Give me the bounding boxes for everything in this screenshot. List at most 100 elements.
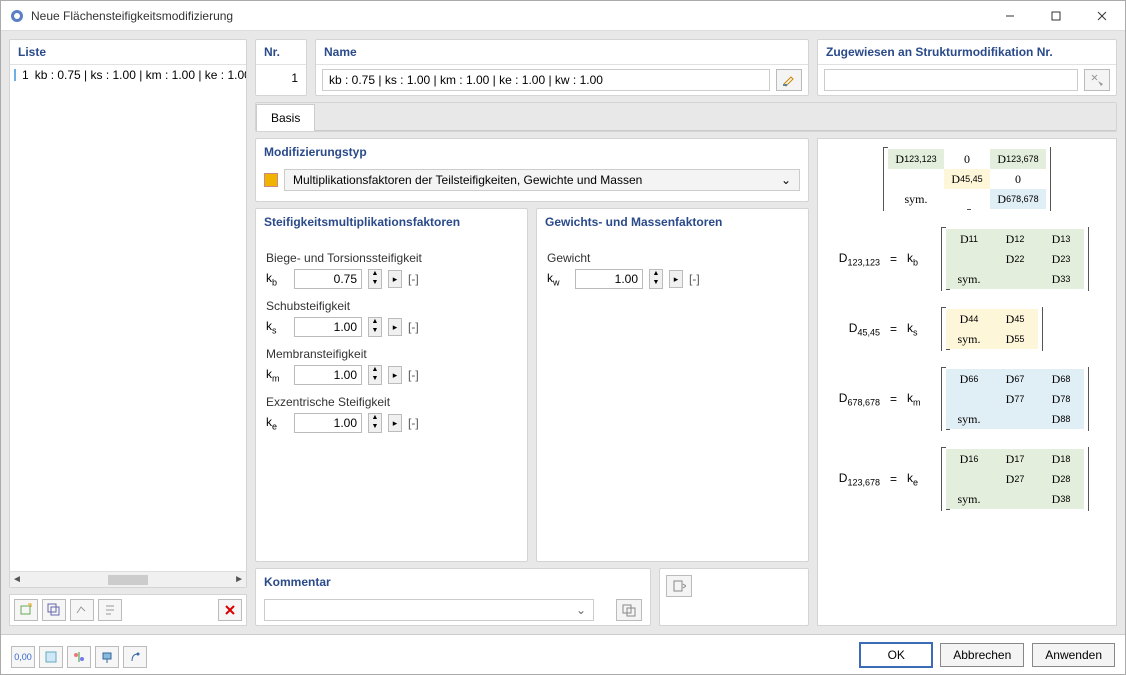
ke-spinner[interactable]: ▲▼ [368, 413, 382, 433]
modtype-color-icon [264, 173, 278, 187]
close-button[interactable] [1079, 1, 1125, 31]
kommentar-header: Kommentar [256, 569, 650, 595]
ke-input[interactable] [294, 413, 362, 433]
ke-symbol: ke [266, 415, 288, 431]
bottom-toolbar: 0,00 [11, 642, 147, 668]
kb-input[interactable] [294, 269, 362, 289]
ke-unit: [-] [408, 416, 419, 430]
stiffness-panel: Steifigkeitsmultiplikationsfaktoren Bieg… [255, 208, 528, 562]
list-body[interactable]: 1 kb : 0.75 | ks : 1.00 | km : 1.00 | ke… [10, 65, 246, 571]
maximize-button[interactable] [1033, 1, 1079, 31]
minimize-button[interactable] [987, 1, 1033, 31]
kommentar-panel: Kommentar ⌄ [255, 568, 651, 626]
list-toolbar [9, 594, 247, 626]
kb-spinner[interactable]: ▲▼ [368, 269, 382, 289]
list-hscroll[interactable]: ◄ ► [10, 571, 246, 587]
kb-symbol: kb [266, 271, 288, 287]
km-row: km ▲▼ ▸ [-] [266, 365, 517, 385]
km-unit: [-] [408, 368, 419, 382]
tabs-panel: Basis [255, 102, 1117, 132]
kommentar-side-panel [659, 568, 809, 626]
eq-kb: D123,123=kbD11D12D13D22D23sym.D33 [826, 227, 1108, 291]
kb-menu-button[interactable]: ▸ [388, 270, 402, 288]
nr-value: 1 [256, 65, 306, 91]
name-panel: Name [315, 39, 809, 96]
copy-item-button[interactable] [42, 599, 66, 621]
list-item-index: 1 [22, 68, 29, 82]
toolbar-btn-4[interactable] [98, 599, 122, 621]
ks-input[interactable] [294, 317, 362, 337]
km-label: Membransteifigkeit [266, 347, 517, 361]
ks-spinner[interactable]: ▲▼ [368, 317, 382, 337]
body-flex: Modifizierungstyp Multiplikationsfaktore… [255, 138, 1117, 626]
kb-unit: [-] [408, 272, 419, 286]
modtype-value: Multiplikationsfaktoren der Teilsteifigk… [293, 173, 642, 187]
bottom-btn-2[interactable] [39, 646, 63, 668]
dialog-window: Neue Flächensteifigkeitsmodifizierung Li… [0, 0, 1126, 675]
scroll-right-icon[interactable]: ► [234, 574, 244, 585]
km-menu-button[interactable]: ▸ [388, 366, 402, 384]
list-panel: Liste 1 kb : 0.75 | ks : 1.00 | km : 1.0… [9, 39, 247, 588]
ks-symbol: ks [266, 319, 288, 335]
assign-header: Zugewiesen an Strukturmodifikation Nr. [818, 40, 1116, 65]
modtype-select[interactable]: Multiplikationsfaktoren der Teilsteifigk… [284, 169, 800, 191]
scroll-thumb[interactable] [108, 575, 148, 585]
ks-unit: [-] [408, 320, 419, 334]
weight-header: Gewichts- und Massenfaktoren [537, 209, 808, 235]
kw-row: kw ▲▼ ▸ [-] [547, 269, 798, 289]
list-item[interactable]: 1 kb : 0.75 | ks : 1.00 | km : 1.00 | ke… [10, 65, 246, 85]
kw-label: Gewicht [547, 251, 798, 265]
kommentar-dropdown-icon[interactable]: ⌄ [576, 603, 586, 617]
bottom-btn-3[interactable] [67, 646, 91, 668]
body-left: Modifizierungstyp Multiplikationsfaktore… [255, 138, 809, 626]
ks-row: ks ▲▼ ▸ [-] [266, 317, 517, 337]
kb-row: kb ▲▼ ▸ [-] [266, 269, 517, 289]
modtype-panel: Modifizierungstyp Multiplikationsfaktore… [255, 138, 809, 202]
ks-menu-button[interactable]: ▸ [388, 318, 402, 336]
kw-spinner[interactable]: ▲▼ [649, 269, 663, 289]
kw-menu-button[interactable]: ▸ [669, 270, 683, 288]
main-column: Nr. 1 Name Zugewiesen an Strukturmodifik… [255, 39, 1117, 626]
top-row: Nr. 1 Name Zugewiesen an Strukturmodifik… [255, 39, 1117, 96]
eq-ke: D123,678=keD16D17D18D27D28sym.D38 [826, 447, 1108, 511]
kw-symbol: kw [547, 271, 569, 287]
bottom-btn-4[interactable] [95, 646, 119, 668]
apply-button[interactable]: Anwenden [1032, 643, 1115, 667]
name-header: Name [316, 40, 808, 65]
assign-pick-button[interactable] [1084, 69, 1110, 91]
list-header: Liste [10, 40, 246, 65]
delete-item-button[interactable] [218, 599, 242, 621]
ok-button[interactable]: OK [860, 643, 932, 667]
side-icon-button[interactable] [666, 575, 692, 597]
content-area: Liste 1 kb : 0.75 | ks : 1.00 | km : 1.0… [1, 31, 1125, 634]
toolbar-btn-3[interactable] [70, 599, 94, 621]
bottom-btn-1[interactable]: 0,00 [11, 646, 35, 668]
assign-panel: Zugewiesen an Strukturmodifikation Nr. [817, 39, 1117, 96]
ke-menu-button[interactable]: ▸ [388, 414, 402, 432]
kommentar-extra-button[interactable] [616, 599, 642, 621]
stiffness-header: Steifigkeitsmultiplikationsfaktoren [256, 209, 527, 235]
km-input[interactable] [294, 365, 362, 385]
chevron-down-icon: ⌄ [781, 173, 791, 187]
ke-row: ke ▲▼ ▸ [-] [266, 413, 517, 433]
kw-input[interactable] [575, 269, 643, 289]
eq-km: D678,678=kmD66D67D68D77D78sym.D88 [826, 367, 1108, 431]
assign-input[interactable] [824, 69, 1078, 91]
kommentar-input[interactable] [264, 599, 594, 621]
km-spinner[interactable]: ▲▼ [368, 365, 382, 385]
scroll-left-icon[interactable]: ◄ [12, 574, 22, 585]
factors-row: Steifigkeitsmultiplikationsfaktoren Bieg… [255, 208, 809, 562]
list-item-text: kb : 0.75 | ks : 1.00 | km : 1.00 | ke :… [35, 68, 246, 82]
left-column: Liste 1 kb : 0.75 | ks : 1.00 | km : 1.0… [9, 39, 247, 626]
tab-basis[interactable]: Basis [256, 104, 315, 131]
cancel-button[interactable]: Abbrechen [940, 643, 1024, 667]
new-item-button[interactable] [14, 599, 38, 621]
name-input[interactable] [322, 69, 770, 91]
window-title: Neue Flächensteifigkeitsmodifizierung [31, 9, 987, 23]
ke-label: Exzentrische Steifigkeit [266, 395, 517, 409]
kb-label: Biege- und Torsionssteifigkeit [266, 251, 517, 265]
edit-name-button[interactable] [776, 69, 802, 91]
ks-label: Schubsteifigkeit [266, 299, 517, 313]
bottom-btn-5[interactable] [123, 646, 147, 668]
eq-ks: D45,45=ksD44D45sym.D55 [826, 307, 1108, 351]
